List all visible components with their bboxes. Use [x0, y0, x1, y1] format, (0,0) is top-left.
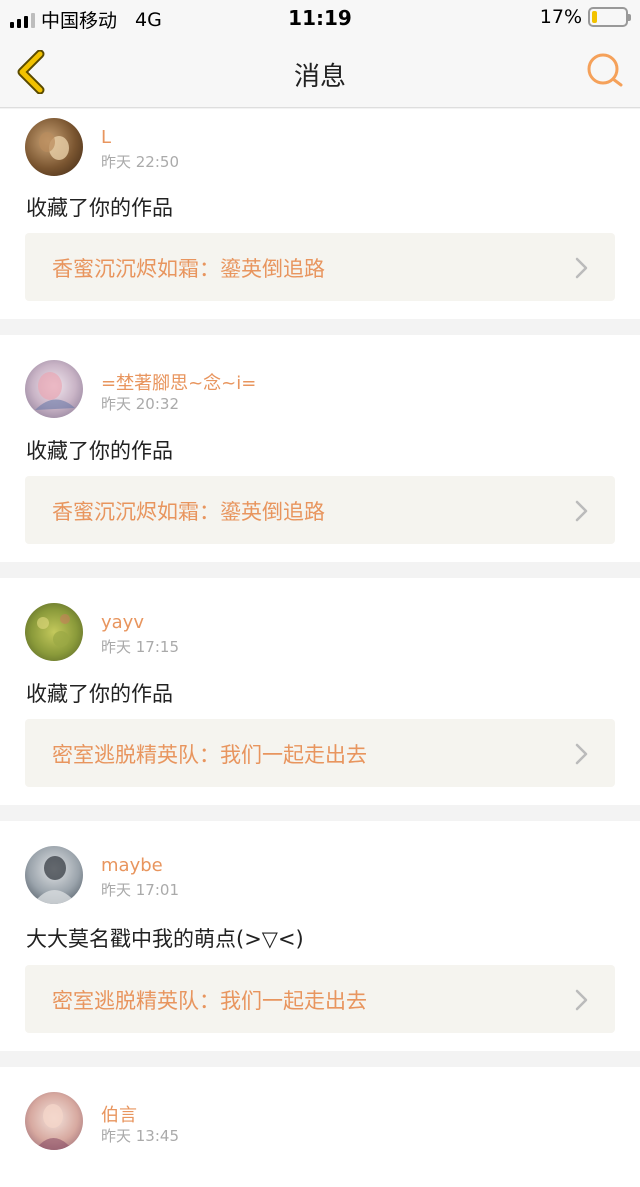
message-text: 收藏了你的作品 — [26, 439, 173, 463]
avatar[interactable] — [25, 846, 83, 904]
work-title: 密室逃脱精英队：我们一起走出去 — [52, 989, 367, 1013]
work-title: 香蜜沉沉烬如霜：鎏英倒追路 — [52, 500, 325, 524]
message-list: L 昨天 22:50 收藏了你的作品 香蜜沉沉烬如霜：鎏英倒追路 =埜著腳思~念… — [0, 109, 640, 1187]
username[interactable]: =埜著腳思~念~i= — [101, 369, 256, 395]
status-right: 17% — [539, 6, 631, 28]
nav-bar: 消息 — [0, 36, 640, 108]
timestamp: 昨天 20:32 — [101, 395, 179, 413]
status-bar: 中国移动 4G 11:19 17% — [0, 0, 640, 36]
avatar[interactable] — [25, 360, 83, 418]
timestamp: 昨天 17:01 — [101, 881, 179, 899]
avatar[interactable] — [25, 603, 83, 661]
chevron-right-icon — [575, 989, 588, 1011]
message-text: 收藏了你的作品 — [26, 682, 173, 706]
work-link[interactable]: 密室逃脱精英队：我们一起走出去 — [25, 965, 615, 1033]
message-card: =埜著腳思~念~i= 昨天 20:32 收藏了你的作品 香蜜沉沉烬如霜：鎏英倒追… — [0, 335, 640, 562]
chevron-right-icon — [575, 743, 588, 765]
chevron-right-icon — [575, 500, 588, 522]
work-link[interactable]: 香蜜沉沉烬如霜：鎏英倒追路 — [25, 233, 615, 301]
message-card: maybe 昨天 17:01 大大莫名戳中我的萌点(>▽<) 密室逃脱精英队：我… — [0, 821, 640, 1051]
search-button[interactable] — [584, 50, 626, 92]
page-title: 消息 — [293, 62, 346, 92]
username[interactable]: 伯言 — [101, 1101, 137, 1127]
work-title: 香蜜沉沉烬如霜：鎏英倒追路 — [52, 257, 325, 281]
work-title: 密室逃脱精英队：我们一起走出去 — [52, 743, 367, 767]
message-text: 收藏了你的作品 — [26, 196, 173, 220]
message-card: 伯言 昨天 13:45 — [0, 1067, 640, 1187]
username[interactable]: L — [101, 127, 111, 148]
avatar[interactable] — [25, 1092, 83, 1150]
work-link[interactable]: 香蜜沉沉烬如霜：鎏英倒追路 — [25, 476, 615, 544]
battery-icon — [588, 7, 631, 27]
search-icon — [587, 53, 623, 87]
message-text: 大大莫名戳中我的萌点(>▽<) — [26, 927, 304, 951]
timestamp: 昨天 13:45 — [101, 1127, 179, 1145]
battery-fill — [592, 11, 598, 23]
timestamp: 昨天 17:15 — [101, 638, 179, 656]
username[interactable]: maybe — [101, 855, 163, 876]
message-card: yayv 昨天 17:15 收藏了你的作品 密室逃脱精英队：我们一起走出去 — [0, 578, 640, 805]
chevron-right-icon — [575, 257, 588, 279]
timestamp: 昨天 22:50 — [101, 153, 179, 171]
work-link[interactable]: 密室逃脱精英队：我们一起走出去 — [25, 719, 615, 787]
username[interactable]: yayv — [101, 612, 144, 633]
battery-percent: 17% — [539, 6, 582, 28]
avatar[interactable] — [25, 118, 83, 176]
message-card: L 昨天 22:50 收藏了你的作品 香蜜沉沉烬如霜：鎏英倒追路 — [0, 109, 640, 319]
